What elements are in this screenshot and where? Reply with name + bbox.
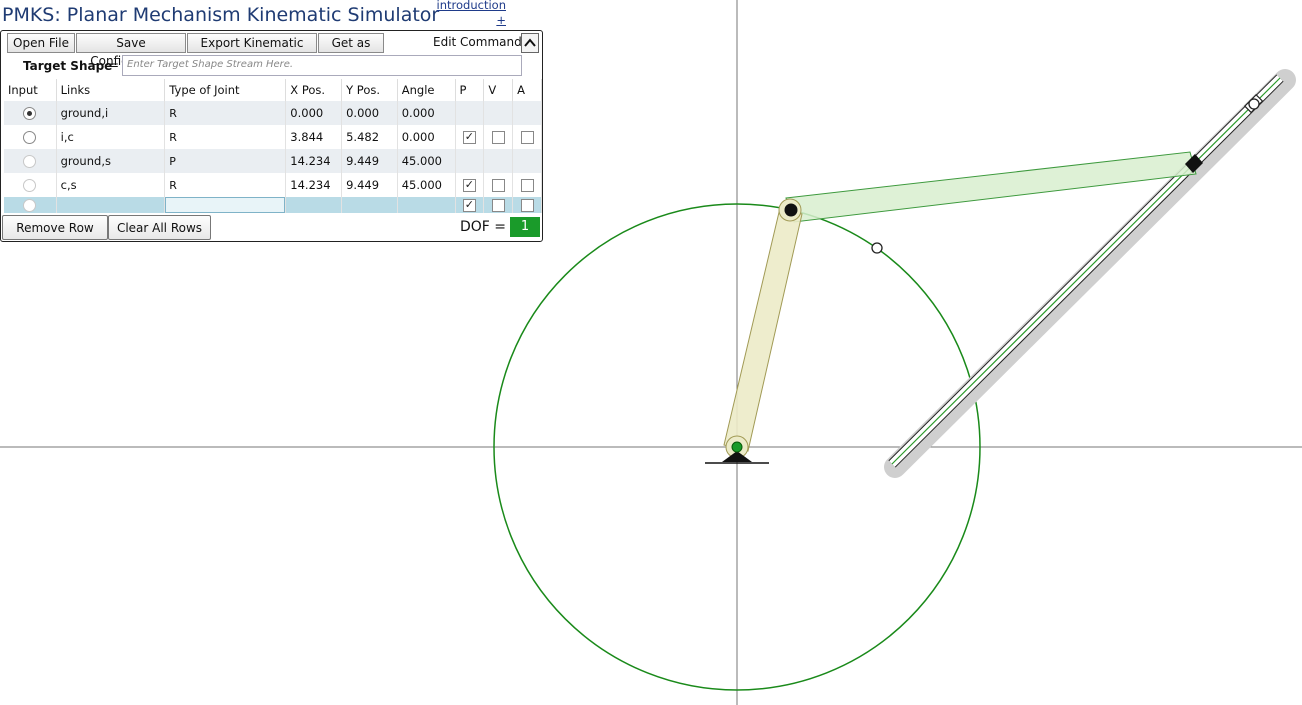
toolbar: Open File Save Configuration Export Kine… <box>1 31 542 68</box>
col-joint-type: Type of Joint <box>164 79 287 101</box>
input-radio[interactable] <box>23 155 37 168</box>
joint-type-cell[interactable]: R <box>164 173 287 197</box>
dof-label: DOF = <box>460 219 507 235</box>
target-shape-label: Target Shape <box>23 59 113 73</box>
position-checkbox[interactable]: ✓ <box>462 199 476 212</box>
position-checkbox[interactable]: ✓ <box>462 179 476 192</box>
y-pos-cell[interactable]: 9.449 <box>341 173 398 197</box>
links-cell[interactable]: i,c <box>56 125 166 149</box>
y-pos-cell[interactable]: 9.449 <box>341 149 398 173</box>
links-cell[interactable]: c,s <box>56 173 166 197</box>
ground-symbol <box>705 451 769 464</box>
acceleration-checkbox[interactable] <box>520 131 534 144</box>
col-p: P <box>455 79 485 101</box>
export-kinematic-data-button[interactable]: Export Kinematic Data <box>187 33 317 68</box>
acceleration-checkbox[interactable] <box>520 179 534 192</box>
crank-link[interactable] <box>723 198 803 459</box>
clear-all-rows-button[interactable]: Clear All Rows <box>108 215 211 240</box>
angle-cell[interactable]: 0.000 <box>397 125 456 149</box>
angle-cell[interactable]: 45.000 <box>397 149 456 173</box>
velocity-checkbox[interactable] <box>491 199 505 212</box>
angle-cell[interactable]: 0.000 <box>397 101 456 125</box>
chevron-up-icon <box>524 38 536 47</box>
table-row-new: ✓ <box>4 197 542 213</box>
app-title: PMKS: Planar Mechanism Kinematic Simulat… <box>2 4 440 26</box>
col-angle: Angle <box>397 79 456 101</box>
col-y-pos: Y Pos. <box>341 79 398 101</box>
col-links: Links <box>56 79 166 101</box>
table-row: i,c R 3.844 5.482 0.000 ✓ <box>4 125 542 149</box>
edit-commands-label[interactable]: Edit Commands <box>433 35 528 49</box>
angle-cell[interactable] <box>397 197 456 213</box>
target-shape-equals: = <box>109 58 120 72</box>
x-pos-cell[interactable]: 0.000 <box>285 101 343 125</box>
joint-type-cell[interactable]: R <box>164 125 287 149</box>
acceleration-checkbox[interactable] <box>520 199 534 212</box>
joint-type-cell[interactable] <box>164 197 287 213</box>
col-input: Input <box>4 79 57 101</box>
x-pos-cell[interactable]: 3.844 <box>285 125 343 149</box>
joint-type-cell[interactable]: P <box>164 149 287 173</box>
links-cell[interactable] <box>56 197 166 213</box>
table-header-row: Input Links Type of Joint X Pos. Y Pos. … <box>4 79 542 101</box>
y-pos-cell[interactable]: 0.000 <box>341 101 398 125</box>
joint-type-editor[interactable] <box>165 197 286 213</box>
x-pos-cell[interactable]: 14.234 <box>285 149 343 173</box>
mechanism-input-panel: Open File Save Configuration Export Kine… <box>0 30 543 242</box>
col-a: A <box>512 79 542 101</box>
slider-track-center <box>891 77 1281 465</box>
joint-table: Input Links Type of Joint X Pos. Y Pos. … <box>4 79 542 213</box>
links-cell[interactable]: ground,i <box>56 101 166 125</box>
input-radio[interactable] <box>23 179 37 192</box>
dof-value-badge: 1 <box>510 217 540 237</box>
target-shape-input[interactable]: Enter Target Shape Stream Here. <box>122 55 522 76</box>
tracked-point[interactable] <box>871 242 883 254</box>
joint-ground-i[interactable] <box>731 441 743 453</box>
coupler-link[interactable] <box>785 151 1197 223</box>
x-pos-cell[interactable] <box>285 197 343 213</box>
save-configuration-button[interactable]: Save Configuration <box>76 33 186 68</box>
velocity-checkbox[interactable] <box>491 179 505 192</box>
joint-type-cell[interactable]: R <box>164 101 287 125</box>
x-pos-cell[interactable]: 14.234 <box>285 173 343 197</box>
col-x-pos: X Pos. <box>285 79 343 101</box>
col-v: V <box>483 79 514 101</box>
table-row: ground,s P 14.234 9.449 45.000 <box>4 149 542 173</box>
input-radio[interactable] <box>23 131 37 144</box>
remove-row-button[interactable]: Remove Row <box>2 215 108 240</box>
y-pos-cell[interactable]: 5.482 <box>341 125 398 149</box>
panel-footer: Remove Row Clear All Rows DOF = 1 <box>1 215 542 241</box>
input-radio[interactable] <box>23 199 37 212</box>
angle-cell[interactable]: 45.000 <box>397 173 456 197</box>
open-file-button[interactable]: Open File <box>7 33 75 53</box>
collapse-panel-button[interactable] <box>521 33 539 53</box>
links-cell[interactable]: ground,s <box>56 149 166 173</box>
y-pos-cell[interactable] <box>341 197 398 213</box>
help-link-line1[interactable]: introduction + <box>424 0 506 28</box>
joint-i-c[interactable] <box>784 203 798 217</box>
table-row: c,s R 14.234 9.449 45.000 ✓ <box>4 173 542 197</box>
velocity-checkbox[interactable] <box>491 131 505 144</box>
input-radio[interactable] <box>23 107 37 120</box>
position-checkbox[interactable]: ✓ <box>462 131 476 144</box>
table-row: ground,i R 0.000 0.000 0.000 <box>4 101 542 125</box>
get-as-url-button[interactable]: Get as URL <box>318 33 384 68</box>
